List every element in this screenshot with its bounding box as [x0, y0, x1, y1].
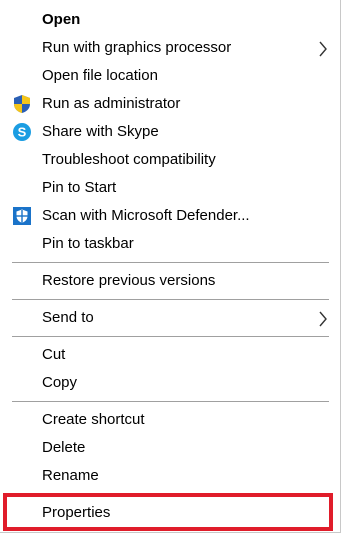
menu-item-label: Run as administrator	[42, 95, 181, 112]
chevron-right-icon	[319, 311, 327, 327]
menu-item-label: Run with graphics processor	[42, 39, 232, 56]
menu-item-label: Scan with Microsoft Defender...	[42, 207, 250, 224]
menu-item-open-file-location[interactable]: Open file location	[0, 62, 340, 90]
menu-item-label: Share with Skype	[42, 123, 159, 140]
context-menu: Open Run with graphics processor Open fi…	[0, 0, 341, 533]
menu-item-label: Rename	[42, 467, 99, 484]
menu-item-pin-to-taskbar[interactable]: Pin to taskbar	[0, 230, 340, 258]
svg-text:S: S	[18, 125, 27, 140]
menu-item-label: Send to	[42, 309, 94, 326]
menu-item-label: Troubleshoot compatibility	[42, 151, 216, 168]
menu-item-label: Cut	[42, 346, 66, 363]
menu-item-label: Open file location	[42, 67, 158, 84]
menu-item-pin-to-start[interactable]: Pin to Start	[0, 174, 340, 202]
menu-separator	[12, 262, 329, 263]
menu-item-rename[interactable]: Rename	[0, 462, 340, 490]
uac-shield-icon	[14, 95, 30, 113]
menu-item-scan-with-defender[interactable]: Scan with Microsoft Defender...	[0, 202, 340, 230]
menu-item-cut[interactable]: Cut	[0, 341, 340, 369]
menu-item-label: Copy	[42, 374, 78, 391]
menu-item-label: Pin to taskbar	[42, 235, 134, 252]
menu-item-label: Open	[42, 11, 81, 28]
menu-item-troubleshoot-compatibility[interactable]: Troubleshoot compatibility	[0, 146, 340, 174]
menu-item-label: Delete	[42, 439, 86, 456]
properties-highlight-box	[3, 493, 333, 531]
menu-separator	[12, 401, 329, 402]
menu-item-send-to[interactable]: Send to	[0, 304, 340, 332]
chevron-right-icon	[319, 41, 327, 57]
menu-item-create-shortcut[interactable]: Create shortcut	[0, 406, 340, 434]
menu-item-share-with-skype[interactable]: S Share with Skype	[0, 118, 340, 146]
menu-separator	[12, 336, 329, 337]
skype-icon: S	[13, 123, 31, 141]
menu-item-run-as-administrator[interactable]: Run as administrator	[0, 90, 340, 118]
menu-separator	[12, 299, 329, 300]
menu-item-open[interactable]: Open	[0, 6, 340, 34]
menu-item-run-with-graphics-processor[interactable]: Run with graphics processor	[0, 34, 340, 62]
menu-item-label: Restore previous versions	[42, 272, 216, 289]
menu-item-delete[interactable]: Delete	[0, 434, 340, 462]
menu-item-copy[interactable]: Copy	[0, 369, 340, 397]
menu-item-restore-previous-versions[interactable]: Restore previous versions	[0, 267, 340, 295]
menu-item-label: Create shortcut	[42, 411, 145, 428]
menu-item-label: Pin to Start	[42, 179, 117, 196]
defender-icon	[13, 207, 31, 225]
